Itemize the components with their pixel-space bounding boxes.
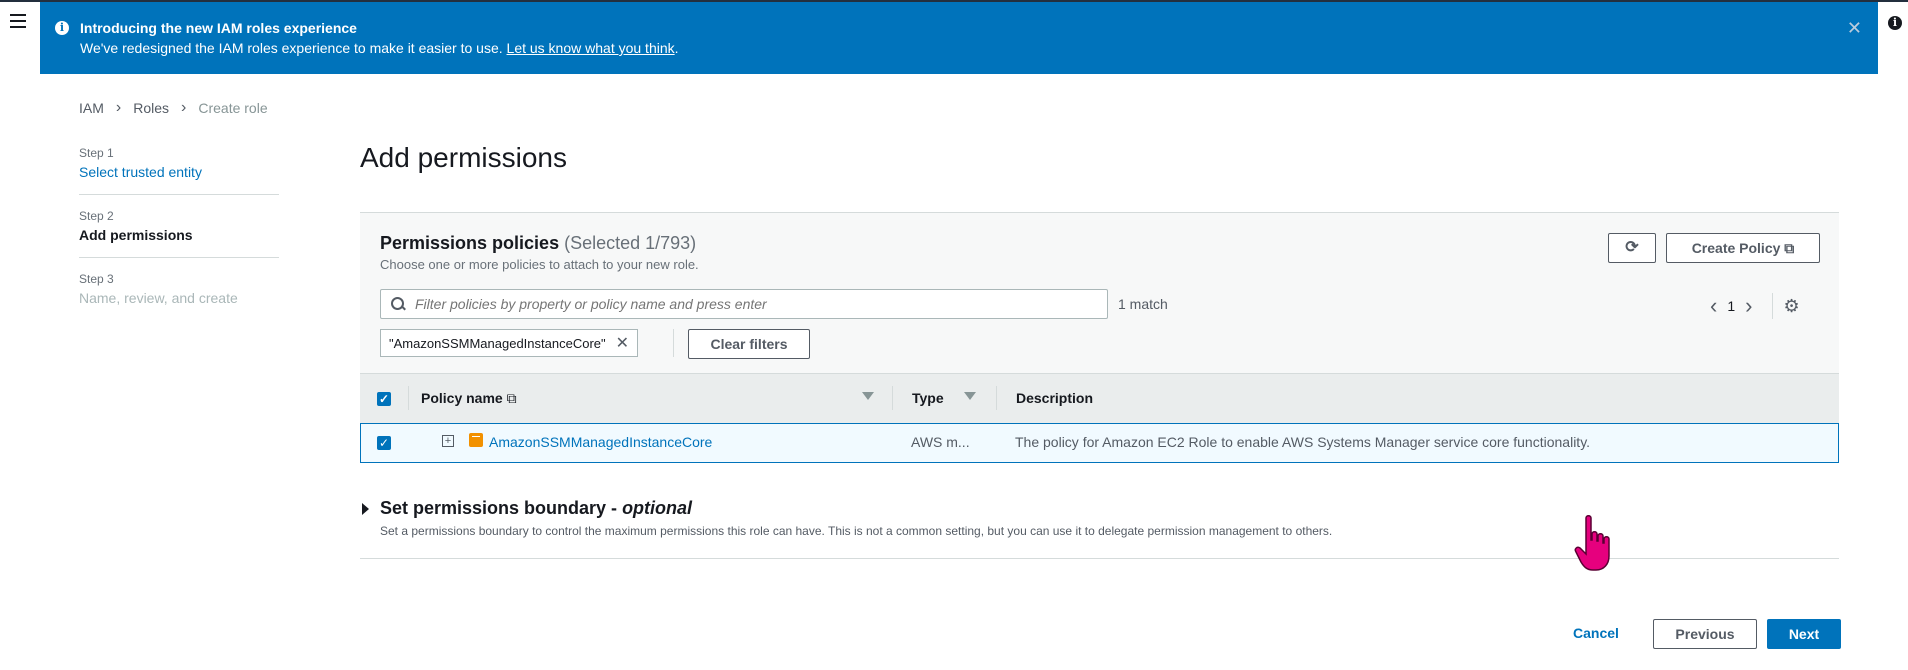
hand-pointer-icon [1574, 515, 1610, 571]
panel-header: Permissions policies (Selected 1/793) Ch… [360, 213, 1839, 373]
policy-name-link[interactable]: AmazonSSMManagedInstanceCore [489, 434, 712, 450]
breadcrumb-current: Create role [198, 100, 268, 116]
chevron-right-icon: › [181, 99, 187, 116]
step-number: Step 3 [79, 272, 114, 286]
column-header-policy-name[interactable]: Policy name ⧉ [421, 390, 517, 407]
panel-title-text: Permissions policies [380, 233, 560, 253]
panel-title: Permissions policies (Selected 1/793) [380, 233, 696, 254]
external-link-icon: ⧉ [506, 390, 517, 406]
filter-token-text: "AmazonSSMManagedInstanceCore" [389, 335, 606, 351]
panel-description: Choose one or more policies to attach to… [380, 257, 699, 272]
column-label: Policy name [421, 390, 503, 406]
search-icon [391, 297, 405, 311]
page-number[interactable]: 1 [1727, 298, 1735, 314]
filter-token: "AmazonSSMManagedInstanceCore" ✕ [380, 329, 639, 357]
wizard-steps: Step 1 Select trusted entity Step 2 Add … [79, 146, 279, 334]
banner-text: We've redesigned the IAM roles experienc… [80, 40, 503, 56]
next-page-icon[interactable]: › [1745, 295, 1752, 317]
create-policy-label: Create Policy [1691, 240, 1781, 256]
previous-page-icon[interactable]: ‹ [1710, 295, 1717, 317]
page-title: Add permissions [360, 142, 567, 173]
info-panel-icon[interactable]: i [1888, 16, 1902, 30]
step-label-name-review-create: Name, review, and create [79, 290, 238, 306]
search-input[interactable] [413, 295, 1107, 313]
close-icon[interactable]: ✕ [1847, 18, 1862, 39]
banner-body: We've redesigned the IAM roles experienc… [80, 40, 679, 56]
boundary-optional: optional [622, 498, 693, 518]
next-button[interactable]: Next [1767, 619, 1841, 649]
permissions-policies-container: Permissions policies (Selected 1/793) Ch… [360, 212, 1839, 465]
step-link-select-trusted-entity[interactable]: Select trusted entity [79, 164, 279, 180]
filter-divider [673, 329, 674, 357]
table-header: ✓ Policy name ⧉ Type Description [360, 373, 1839, 423]
expand-icon[interactable]: + [442, 435, 454, 447]
caret-right-icon[interactable] [362, 503, 369, 515]
feedback-link[interactable]: Let us know what you think [507, 40, 675, 56]
permissions-boundary-section[interactable]: Set permissions boundary - optional Set … [360, 494, 1839, 559]
banner-period: . [674, 40, 679, 56]
breadcrumb: IAM › Roles › Create role [79, 99, 268, 117]
boundary-description: Set a permissions boundary to control th… [380, 524, 1333, 538]
breadcrumb-roles[interactable]: Roles [133, 100, 169, 116]
wizard-step-3: Step 3 Name, review, and create [79, 272, 279, 320]
right-rail: i [1878, 0, 1908, 670]
boundary-title-text: Set permissions boundary - [380, 498, 623, 518]
info-banner: i Introducing the new IAM roles experien… [40, 2, 1878, 74]
step-number: Step 1 [79, 146, 114, 160]
wizard-step-2: Step 2 Add permissions [79, 209, 279, 258]
step-label-add-permissions: Add permissions [79, 227, 193, 243]
column-divider [408, 386, 409, 410]
match-count: 1 match [1118, 296, 1168, 312]
sort-icon[interactable] [964, 392, 976, 400]
cancel-button[interactable]: Cancel [1573, 625, 1619, 641]
gear-icon[interactable]: ⚙ [1783, 296, 1799, 317]
step-number: Step 2 [79, 209, 114, 223]
boundary-title[interactable]: Set permissions boundary - optional [380, 498, 692, 519]
selected-count: (Selected 1/793) [564, 233, 697, 253]
refresh-icon: ⟳ [1625, 239, 1639, 256]
clear-filters-button[interactable]: Clear filters [688, 329, 810, 359]
policy-type: AWS m... [911, 434, 970, 450]
chevron-right-icon: › [115, 99, 122, 116]
column-header-type[interactable]: Type [912, 390, 944, 406]
policy-search [380, 289, 1108, 319]
hamburger-menu-icon[interactable] [10, 14, 26, 32]
table-row[interactable]: ✓ + AmazonSSMManagedInstanceCore AWS m..… [360, 423, 1839, 463]
row-checkbox[interactable]: ✓ [377, 436, 391, 450]
banner-title: Introducing the new IAM roles experience [80, 20, 357, 36]
left-rail [0, 0, 40, 670]
refresh-button[interactable]: ⟳ [1608, 233, 1656, 263]
create-policy-button[interactable]: Create Policy ⧉ [1666, 233, 1820, 263]
pagination: ‹ 1 › ⚙ [1700, 293, 1800, 319]
wizard-step-1: Step 1 Select trusted entity [79, 146, 279, 195]
column-divider [996, 386, 997, 410]
pager-divider [1772, 293, 1774, 319]
external-link-icon: ⧉ [1784, 240, 1795, 256]
sort-icon[interactable] [862, 392, 874, 400]
policy-description: The policy for Amazon EC2 Role to enable… [1015, 434, 1591, 450]
aws-managed-policy-icon [469, 433, 483, 447]
breadcrumb-iam[interactable]: IAM [79, 100, 104, 116]
column-divider [892, 386, 893, 410]
info-icon: i [55, 21, 69, 35]
remove-filter-icon[interactable]: ✕ [616, 333, 629, 353]
previous-button[interactable]: Previous [1653, 619, 1757, 649]
column-header-description: Description [1016, 390, 1094, 406]
select-all-checkbox[interactable]: ✓ [377, 392, 391, 406]
